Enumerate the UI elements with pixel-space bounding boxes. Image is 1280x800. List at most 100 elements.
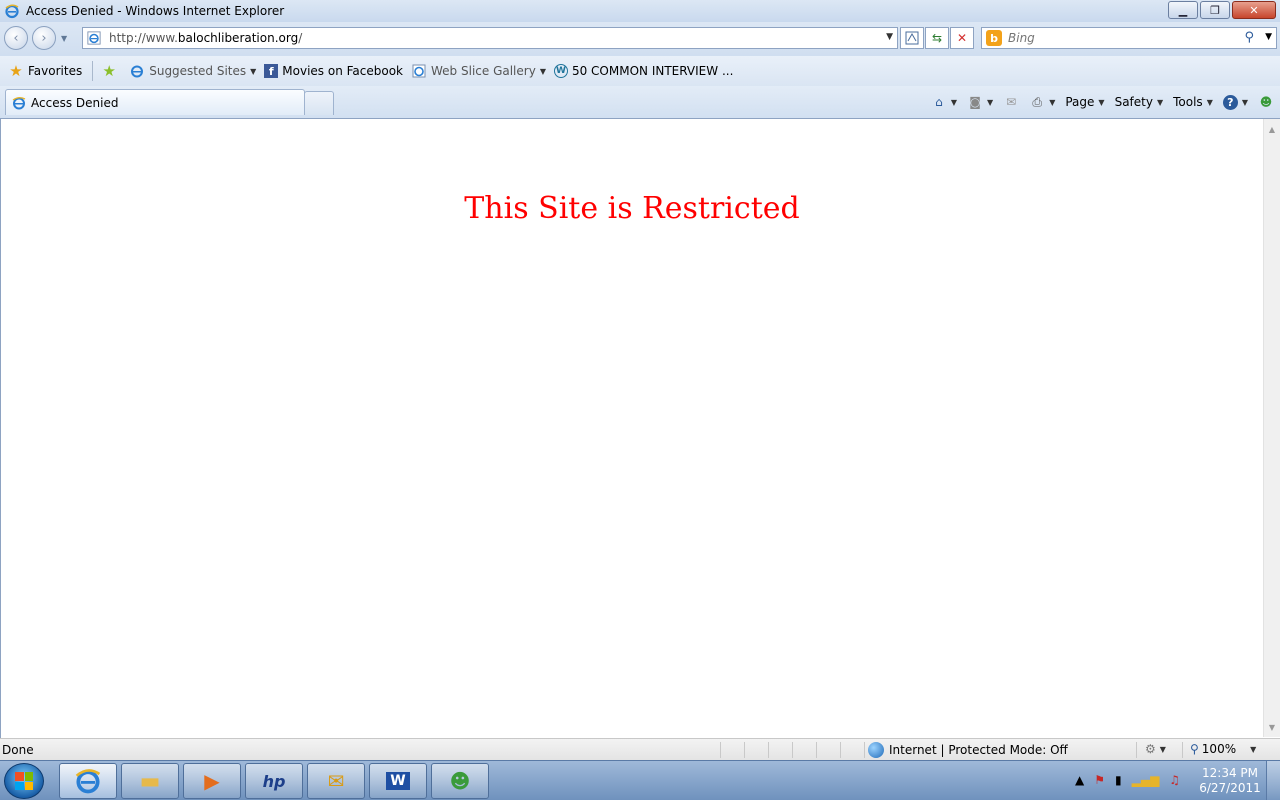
new-tab-button[interactable] (304, 91, 334, 115)
taskbar: ▬ ▶ hp ✉ W ☻ ▲ ⚑ ▮ ▂▄▆ ♫ 12:34 PM 6/27/2… (0, 760, 1280, 800)
status-separator (744, 742, 745, 758)
add-to-favorites-bar-button[interactable]: ★ (101, 62, 121, 80)
show-hidden-icons-icon[interactable]: ▲ (1075, 773, 1084, 787)
ie-icon (75, 769, 101, 794)
chevron-down-icon: ▼ (1159, 744, 1166, 754)
tab-access-denied[interactable]: Access Denied (5, 89, 305, 115)
chevron-down-icon: ▼ (1098, 97, 1105, 107)
back-button[interactable]: ‹ (4, 26, 28, 50)
system-tray: ▲ ⚑ ▮ ▂▄▆ ♫ (1075, 773, 1190, 787)
taskbar-hp-app[interactable]: hp (245, 763, 303, 799)
shield-icon: ⚙ (1145, 742, 1156, 756)
help-menu[interactable]: ? ▼ (1222, 94, 1248, 110)
hp-icon: hp (262, 771, 286, 791)
page-content: This Site is Restricted ▲ ▼ (0, 118, 1280, 738)
windows-logo-icon (15, 772, 33, 790)
zoom-button[interactable]: ⚲ 100% ▼ (1190, 742, 1256, 756)
favorites-button[interactable]: ★ Favorites (8, 62, 82, 80)
mail-icon: ✉ (1006, 95, 1017, 109)
messenger-button[interactable]: ☻ (1258, 94, 1274, 110)
page-ie-icon (87, 31, 101, 45)
favorite-web-slice-gallery[interactable]: Web Slice Gallery ▼ (411, 63, 546, 79)
safety-menu[interactable]: Safety ▼ (1115, 95, 1164, 109)
forward-button[interactable]: › (32, 26, 56, 50)
read-mail-button[interactable]: ✉ (1003, 94, 1019, 110)
recent-pages-dropdown-icon[interactable]: ▼ (61, 34, 67, 43)
chevron-down-icon[interactable]: ▼ (1049, 98, 1055, 107)
facebook-icon: f (264, 64, 279, 78)
favorite-50-common-interview[interactable]: W 50 COMMON INTERVIEW ... (553, 64, 733, 78)
stop-icon[interactable]: ✕ (950, 27, 974, 49)
url-text[interactable]: http://www.balochliberation.org/ (109, 31, 302, 45)
ie-icon (412, 64, 426, 78)
taskbar-outlook[interactable]: ✉ (307, 763, 365, 799)
close-button[interactable]: ✕ (1232, 1, 1276, 19)
title-bar: Access Denied - Windows Internet Explore… (0, 0, 1280, 22)
chevron-down-icon[interactable]: ▼ (987, 98, 993, 107)
print-button[interactable]: ⎙ ▼ (1029, 94, 1055, 110)
status-separator (768, 742, 769, 758)
taskbar-internet-explorer[interactable] (59, 763, 117, 799)
outlook-icon: ✉ (327, 769, 345, 793)
search-input[interactable] (1008, 31, 1228, 45)
status-separator (840, 742, 841, 758)
feeds-button[interactable]: ◙ ▼ (967, 94, 993, 110)
network-signal-icon[interactable]: ▂▄▆ (1132, 773, 1160, 787)
clock[interactable]: 12:34 PM 6/27/2011 (1198, 766, 1262, 796)
compatibility-view-icon[interactable] (900, 27, 924, 49)
favorite-suggested-sites[interactable]: Suggested Sites ▼ (129, 63, 256, 79)
search-icon[interactable]: ⚲ (1244, 30, 1254, 45)
action-center-flag-icon[interactable]: ⚑ (1094, 773, 1105, 787)
taskbar-windows-explorer[interactable]: ▬ (121, 763, 179, 799)
chevron-down-icon[interactable]: ▼ (1250, 745, 1256, 754)
start-button[interactable] (4, 763, 44, 799)
ie-icon (131, 65, 144, 78)
globe-icon (868, 742, 884, 758)
address-bar[interactable]: http://www.balochliberation.org/ ▼ (82, 27, 898, 49)
media-player-icon: ▶ (204, 769, 220, 793)
printer-icon: ⎙ (1032, 94, 1042, 109)
chevron-down-icon[interactable]: ▼ (250, 67, 256, 76)
favorite-movies-on-facebook[interactable]: f Movies on Facebook (264, 64, 403, 78)
home-icon: ⌂ (935, 95, 943, 109)
page-menu[interactable]: Page ▼ (1065, 95, 1104, 109)
chevron-down-icon: ▼ (1241, 97, 1248, 107)
ie-icon (5, 4, 19, 19)
taskbar-messenger[interactable]: ☻ (431, 763, 489, 799)
protected-mode-button[interactable]: ⚙ ▼ (1145, 742, 1166, 756)
search-box[interactable]: b ⚲ ▼ (981, 27, 1277, 49)
ie-icon (12, 96, 26, 109)
navigation-bar: ‹ › ▼ http://www.balochliberation.org/ ▼… (0, 22, 1280, 56)
security-zone[interactable]: Internet | Protected Mode: Off (868, 742, 1068, 758)
restricted-message: This Site is Restricted (464, 191, 800, 226)
taskbar-media-player[interactable]: ▶ (183, 763, 241, 799)
status-separator (1182, 742, 1183, 758)
tab-row: Access Denied ⌂ ▼ ◙ ▼ ✉ ⎙ ▼ Page ▼ Safety ▼ T… (0, 86, 1280, 118)
search-options-dropdown-icon[interactable]: ▼ (1265, 32, 1272, 42)
scroll-down-icon[interactable]: ▼ (1264, 719, 1280, 735)
star-icon: ★ (9, 62, 23, 80)
tools-menu[interactable]: Tools ▼ (1173, 95, 1213, 109)
refresh-icon[interactable]: ⇆ (925, 27, 949, 49)
address-dropdown-icon[interactable]: ▼ (886, 32, 893, 42)
power-icon[interactable]: ▮ (1115, 773, 1122, 787)
status-separator (1136, 742, 1137, 758)
restore-button[interactable]: ❐ (1200, 1, 1230, 19)
word-icon: W (386, 772, 410, 790)
chevron-down-icon: ▼ (1156, 97, 1164, 107)
taskbar-word[interactable]: W (369, 763, 427, 799)
minimize-button[interactable]: ▁ (1168, 1, 1198, 19)
scroll-up-icon[interactable]: ▲ (1264, 121, 1280, 137)
status-bar: Done Internet | Protected Mode: Off ⚙ ▼ ⚲… (0, 738, 1280, 760)
chevron-down-icon[interactable]: ▼ (951, 98, 957, 107)
command-bar: ⌂ ▼ ◙ ▼ ✉ ⎙ ▼ Page ▼ Safety ▼ Tools ▼ ? ▼ ☻ (921, 91, 1274, 113)
messenger-icon: ☻ (449, 769, 471, 793)
status-separator (792, 742, 793, 758)
chevron-down-icon[interactable]: ▼ (540, 67, 546, 76)
volume-muted-icon[interactable]: ♫ (1169, 773, 1180, 787)
add-favorite-star-icon: ★ (102, 62, 116, 80)
show-desktop-button[interactable] (1266, 761, 1280, 800)
home-button[interactable]: ⌂ ▼ (931, 94, 957, 110)
vertical-scrollbar[interactable]: ▲ ▼ (1263, 119, 1280, 737)
favorites-separator (92, 61, 94, 81)
